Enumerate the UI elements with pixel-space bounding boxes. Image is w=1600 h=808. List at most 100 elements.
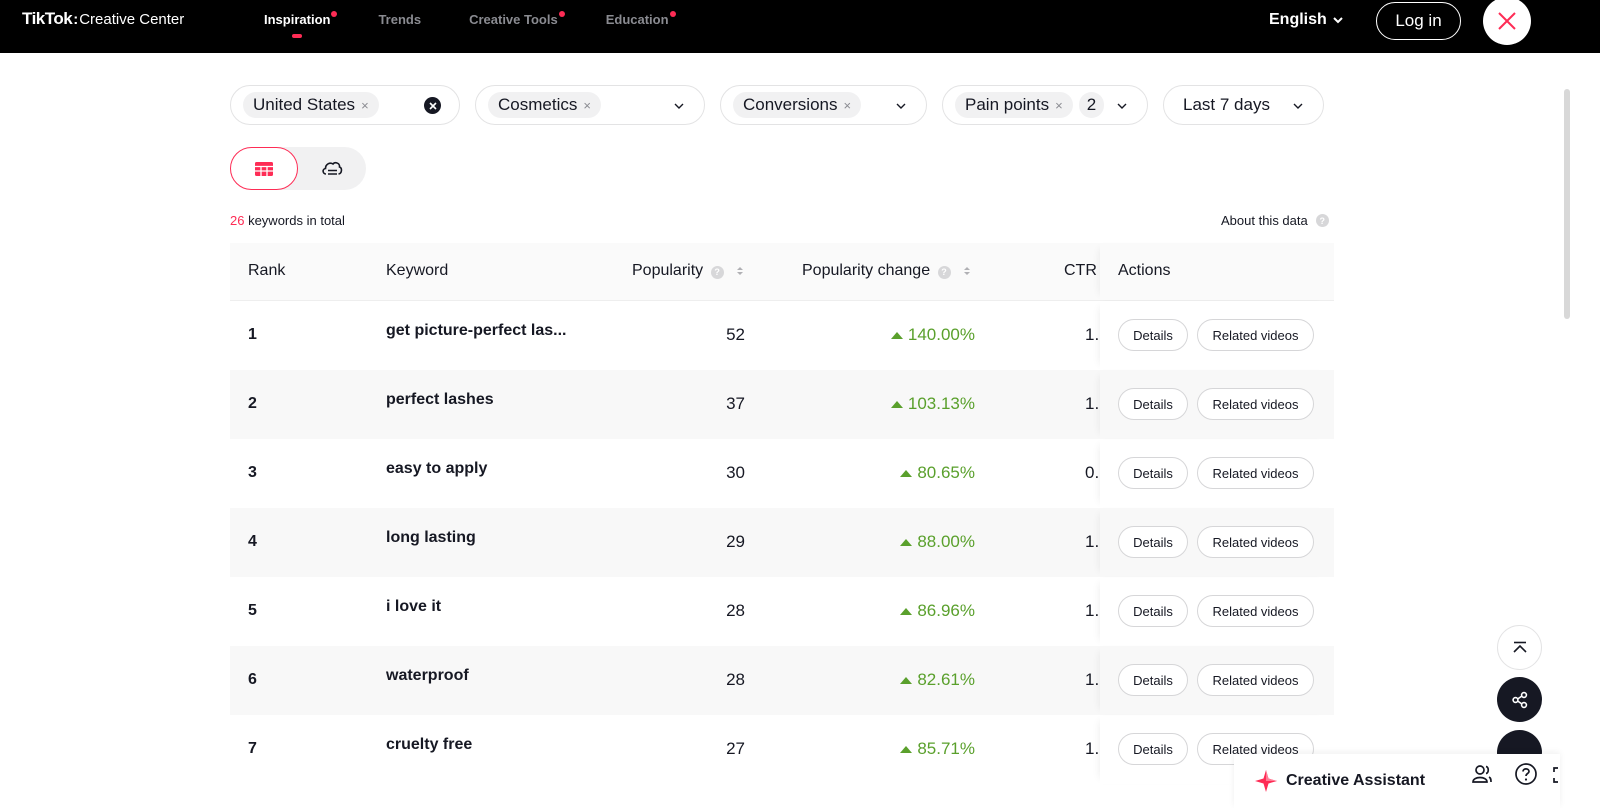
keyword-cell[interactable]: perfect lashes <box>386 391 494 409</box>
details-button[interactable]: Details <box>1118 457 1188 489</box>
details-button[interactable]: Details <box>1118 733 1188 765</box>
login-button[interactable]: Log in <box>1376 2 1461 40</box>
details-button[interactable]: Details <box>1118 319 1188 351</box>
related-videos-button[interactable]: Related videos <box>1197 388 1314 420</box>
nav-inspiration[interactable]: Inspiration <box>264 11 338 38</box>
view-toggle <box>230 147 366 190</box>
keyword-cell[interactable]: get picture-perfect las... <box>386 322 567 340</box>
page-scrollbar[interactable] <box>1560 53 1600 808</box>
nav-trends[interactable]: Trends <box>378 12 421 27</box>
popularity-cell: 28 <box>726 601 745 620</box>
keyword-cell[interactable]: long lasting <box>386 529 476 547</box>
table-row[interactable]: 1 get picture-perfect las... 52 140.00% … <box>230 301 1334 370</box>
keyword-type-filter[interactable]: Pain points × 2 <box>942 85 1148 125</box>
details-button[interactable]: Details <box>1118 388 1188 420</box>
creative-assistant-bar[interactable]: Creative Assistant <box>1234 754 1560 808</box>
ctr-cell: 1.8 <box>1085 670 1099 689</box>
col-popularity-change-label: Popularity change <box>802 262 931 279</box>
table-row[interactable]: 4 long lasting 29 88.00% 1. Details Rela… <box>230 508 1334 577</box>
popularity-change-value: 140.00% <box>907 325 975 344</box>
popularity-cell: 27 <box>726 739 745 758</box>
remove-chip-icon[interactable]: × <box>844 98 852 113</box>
table-row[interactable]: 7 cruelty free 27 85.71% 1.4 Details Rel… <box>230 715 1334 784</box>
help-icon[interactable]: ? <box>710 265 724 279</box>
keyword-cell[interactable]: waterproof <box>386 667 469 685</box>
rank-cell: 7 <box>248 740 257 757</box>
popularity-cell: 37 <box>726 394 745 413</box>
remove-chip-icon[interactable]: × <box>583 98 591 113</box>
keyword-cell[interactable]: cruelty free <box>386 736 472 754</box>
chevron-down-icon <box>1293 103 1303 109</box>
back-to-top-button[interactable] <box>1497 625 1542 670</box>
industry-filter[interactable]: Cosmetics × <box>475 85 705 125</box>
clear-icon[interactable] <box>424 97 441 114</box>
popularity-change-value: 103.13% <box>907 394 975 413</box>
related-videos-button[interactable]: Related videos <box>1197 664 1314 696</box>
col-popularity-change[interactable]: Popularity change ? <box>802 262 971 280</box>
keyword-cell[interactable]: i love it <box>386 598 441 616</box>
help-circle-icon[interactable] <box>1514 762 1538 786</box>
ctr-cell: 1. <box>1085 532 1099 551</box>
help-icon[interactable]: ? <box>1315 214 1329 227</box>
help-icon[interactable]: ? <box>937 265 951 279</box>
table-row[interactable]: 2 perfect lashes 37 103.13% 1. Details R… <box>230 370 1334 439</box>
rank-cell: 1 <box>248 326 257 343</box>
actions-cell: Details Related videos <box>1100 370 1334 439</box>
popularity-cell: 28 <box>726 670 745 689</box>
region-filter[interactable]: United States × <box>230 85 460 125</box>
details-button[interactable]: Details <box>1118 526 1188 558</box>
col-popularity[interactable]: Popularity ? <box>632 262 744 280</box>
related-videos-button[interactable]: Related videos <box>1197 457 1314 489</box>
table-row[interactable]: 3 easy to apply 30 80.65% 0.9 Details Re… <box>230 439 1334 508</box>
objective-filter[interactable]: Conversions × <box>720 85 927 125</box>
active-indicator <box>292 34 303 38</box>
arrow-up-to-top-icon <box>1512 641 1527 653</box>
related-videos-button[interactable]: Related videos <box>1197 526 1314 558</box>
related-videos-button[interactable]: Related videos <box>1197 319 1314 351</box>
period-filter[interactable]: Last 7 days <box>1163 85 1324 125</box>
about-this-data[interactable]: About this data ? <box>1221 213 1329 228</box>
remove-chip-icon[interactable]: × <box>1055 98 1063 113</box>
table-view-button[interactable] <box>230 147 298 190</box>
nav-inspiration-label: Inspiration <box>264 12 331 27</box>
users-icon[interactable] <box>1470 762 1494 786</box>
table-row[interactable]: 5 i love it 28 86.96% 1.2 Details Relate… <box>230 577 1334 646</box>
nav-creative-tools-label: Creative Tools <box>469 12 558 27</box>
language-selector[interactable]: English <box>1269 11 1344 29</box>
table-row[interactable]: 6 waterproof 28 82.61% 1.8 Details Relat… <box>230 646 1334 715</box>
share-button[interactable] <box>1497 677 1542 722</box>
actions-cell: Details Related videos <box>1100 508 1334 577</box>
logo[interactable]: TikTok : Creative Center <box>22 9 184 29</box>
share-icon <box>1511 691 1527 708</box>
scrollbar-thumb[interactable] <box>1564 89 1570 319</box>
details-button[interactable]: Details <box>1118 664 1188 696</box>
logo-product: Creative Center <box>79 11 185 28</box>
rank-cell: 5 <box>248 602 257 619</box>
keyword-cell[interactable]: easy to apply <box>386 460 487 478</box>
related-videos-button[interactable]: Related videos <box>1197 595 1314 627</box>
nav-education[interactable]: Education <box>606 11 676 27</box>
col-ctr: CTR <box>1064 262 1097 279</box>
ctr-cell: 0.9 <box>1085 463 1099 482</box>
col-keyword: Keyword <box>386 262 449 279</box>
more-selected-count: 2 <box>1078 92 1105 118</box>
remove-chip-icon[interactable]: × <box>361 98 369 113</box>
rank-cell: 4 <box>248 533 257 550</box>
trend-up-icon <box>900 538 913 546</box>
cloud-view-button[interactable] <box>298 147 366 190</box>
trend-up-icon <box>900 607 913 615</box>
close-button[interactable] <box>1483 0 1531 45</box>
sort-icon <box>964 266 970 275</box>
details-button[interactable]: Details <box>1118 595 1188 627</box>
popularity-change-cell: 85.71% <box>900 739 975 759</box>
actions-cell: Details Related videos <box>1100 577 1334 646</box>
table-header: Rank Keyword Popularity ? Popularity cha… <box>230 243 1334 301</box>
popularity-change-cell: 80.65% <box>900 463 975 483</box>
industry-chip-label: Cosmetics <box>498 95 578 114</box>
popularity-change-value: 88.00% <box>917 532 975 551</box>
notification-dot <box>558 11 565 17</box>
popularity-cell: 29 <box>726 532 745 551</box>
keyword-type-chip: Pain points × <box>955 92 1073 118</box>
nav-creative-tools[interactable]: Creative Tools <box>469 11 565 27</box>
expand-icon[interactable] <box>1552 762 1562 786</box>
